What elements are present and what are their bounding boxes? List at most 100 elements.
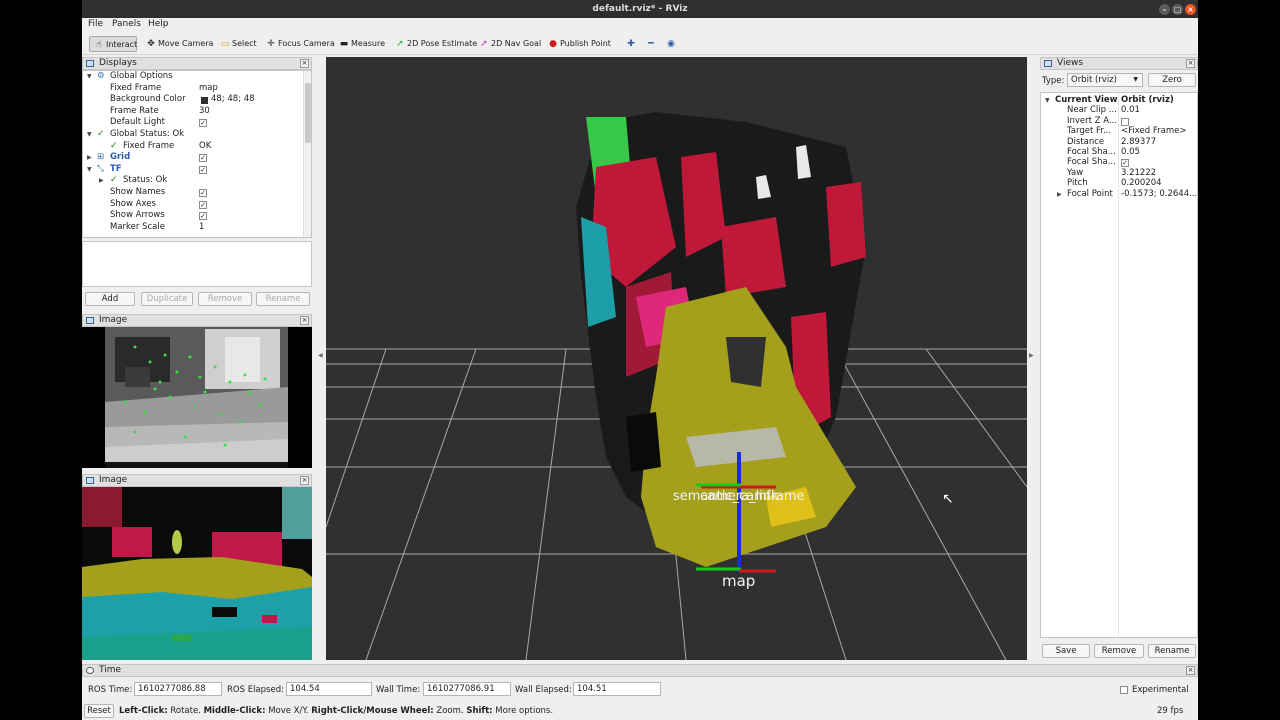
tree-row-show-names[interactable]: Show Names ✓ xyxy=(83,187,311,199)
collapsed-arrow-icon[interactable]: ▶ xyxy=(1057,189,1062,201)
show-names-checkbox[interactable]: ✓ xyxy=(199,189,207,197)
3d-render-viewport[interactable]: semantic_cam camera_link frame map ↖ xyxy=(326,57,1027,660)
ros-time-field[interactable]: 1610277086.88 xyxy=(134,682,222,696)
tree-row-global-status[interactable]: ▼ ✓ Global Status: Ok xyxy=(83,129,311,141)
close-views-panel-icon[interactable]: × xyxy=(1186,59,1195,68)
tree-row-marker-scale[interactable]: Marker Scale 1 xyxy=(83,222,311,234)
gear-icon: ⚙ xyxy=(97,71,105,81)
collapsed-arrow-icon[interactable]: ▶ xyxy=(99,175,104,187)
minimize-icon[interactable]: – xyxy=(1159,4,1170,15)
views-panel-icon xyxy=(1044,60,1052,67)
add-tool-icon[interactable]: ✚ xyxy=(622,36,638,52)
view-type-select[interactable]: Orbit (rviz) ▼ xyxy=(1067,73,1143,87)
tool-measure-button[interactable]: ▬ Measure xyxy=(335,36,385,52)
tree-row-tf[interactable]: ▼ ⤡ TF ✓ xyxy=(83,164,311,176)
menu-help[interactable]: Help xyxy=(148,19,169,29)
remove-display-button[interactable]: Remove xyxy=(198,292,252,306)
collapse-left-dock-icon[interactable]: ◀ xyxy=(318,352,323,359)
maximize-icon[interactable]: □ xyxy=(1172,4,1183,15)
chevron-down-icon: ▼ xyxy=(1133,76,1138,83)
tree-row-show-arrows[interactable]: Show Arrows ✓ xyxy=(83,210,311,222)
move-camera-icon: ✥ xyxy=(147,39,155,49)
tree-row-global-options[interactable]: ▼ ⚙ Global Options xyxy=(83,71,311,83)
tree-row-fixed-frame[interactable]: Fixed Frame map xyxy=(83,83,311,95)
close-displays-panel-icon[interactable]: × xyxy=(300,59,309,68)
zero-view-button[interactable]: Zero xyxy=(1148,73,1196,87)
check-icon: ✓ xyxy=(97,129,105,139)
semantic-segmentation-image-svg xyxy=(82,487,312,660)
remove-tool-icon[interactable]: ━ xyxy=(642,36,658,52)
grayscale-camera-image-svg xyxy=(105,327,288,468)
scrollbar-thumb[interactable] xyxy=(305,83,311,143)
close-image-panel-icon[interactable]: × xyxy=(300,476,309,485)
fps-readout: 29 fps xyxy=(1157,706,1184,716)
rename-view-button[interactable]: Rename xyxy=(1148,644,1196,658)
display-description-area xyxy=(82,241,312,287)
select-box-icon: ▭ xyxy=(220,39,230,49)
focus-camera-icon: ✛ xyxy=(267,39,275,49)
window-titlebar: default.rviz* - RViz – □ × xyxy=(82,0,1198,18)
wall-time-field[interactable]: 1610277086.91 xyxy=(423,682,511,696)
tree-row-grid[interactable]: ▶ ⊞ Grid ✓ xyxy=(83,152,311,164)
pose-estimate-arrow-icon: ➚ xyxy=(396,39,404,49)
left-black-bezel xyxy=(0,0,82,720)
show-axes-checkbox[interactable]: ✓ xyxy=(199,200,207,209)
default-light-checkbox[interactable]: ✓ xyxy=(199,119,207,128)
close-image-panel-icon[interactable]: × xyxy=(300,316,309,325)
status-bar: Reset Left-Click: Rotate. Middle-Click: … xyxy=(82,702,1198,720)
tf-enabled-checkbox[interactable]: ✓ xyxy=(199,165,207,174)
focal-shape-checkbox[interactable]: ✓ xyxy=(1121,159,1129,168)
expand-arrow-icon[interactable]: ▼ xyxy=(87,129,92,141)
save-view-button[interactable]: Save xyxy=(1042,644,1090,658)
tree-row-tf-status[interactable]: ▶ ✓ Status: Ok xyxy=(83,175,311,187)
tree-row-background-color[interactable]: Background Color 48; 48; 48 xyxy=(83,94,311,106)
displays-scrollbar[interactable] xyxy=(303,71,311,237)
image-panel-icon xyxy=(86,477,94,484)
tool-properties-icon[interactable]: ◉ xyxy=(662,36,678,52)
tool-select-button[interactable]: ▭ Select xyxy=(216,36,257,52)
grid-icon: ⊞ xyxy=(97,152,105,163)
tool-publish-point-button[interactable]: ● Publish Point xyxy=(544,36,611,52)
map-pin-icon: ● xyxy=(549,39,557,49)
tool-2d-nav-goal-button[interactable]: ➚ 2D Nav Goal xyxy=(475,36,541,52)
expand-arrow-icon[interactable]: ▼ xyxy=(87,164,92,176)
show-arrows-checkbox[interactable]: ✓ xyxy=(199,212,207,221)
tool-2d-pose-estimate-button[interactable]: ➚ 2D Pose Estimate xyxy=(391,36,477,52)
image-panel-icon xyxy=(86,317,94,324)
rename-display-button[interactable]: Rename xyxy=(256,292,310,306)
displays-panel-icon xyxy=(86,60,94,67)
tree-row-fixed-frame-status[interactable]: ✓ Fixed Frame OK xyxy=(83,141,311,153)
ros-elapsed-field[interactable]: 104.54 xyxy=(286,682,372,696)
duplicate-display-button[interactable]: Duplicate xyxy=(141,292,193,306)
color-swatch[interactable] xyxy=(201,97,208,105)
experimental-checkbox[interactable] xyxy=(1120,686,1128,694)
tree-row-default-light[interactable]: Default Light ✓ xyxy=(83,117,311,129)
views-row-focal-point[interactable]: ▶ Focal Point -0.1573; 0.2644... xyxy=(1041,189,1197,201)
menu-file[interactable]: File xyxy=(88,19,103,29)
menu-panels[interactable]: Panels xyxy=(112,19,141,29)
wall-elapsed-label: Wall Elapsed: xyxy=(515,685,572,695)
ros-time-label: ROS Time: xyxy=(88,685,133,695)
tf-axes-icon: ⤡ xyxy=(97,163,104,174)
collapse-right-dock-icon[interactable]: ▶ xyxy=(1029,352,1034,359)
tool-move-camera-button[interactable]: ✥ Move Camera xyxy=(142,36,213,52)
tf-label-frame: frame xyxy=(766,489,805,504)
displays-panel-header: Displays × xyxy=(82,57,312,70)
close-time-panel-icon[interactable]: × xyxy=(1186,666,1195,675)
collapsed-arrow-icon[interactable]: ▶ xyxy=(87,152,92,164)
tree-row-frame-rate[interactable]: Frame Rate 30 xyxy=(83,106,311,118)
remove-view-button[interactable]: Remove xyxy=(1094,644,1144,658)
tool-interact-button[interactable]: ☝ Interact xyxy=(89,36,137,52)
tool-focus-camera-button[interactable]: ✛ Focus Camera xyxy=(262,36,335,52)
reset-button[interactable]: Reset xyxy=(84,704,114,718)
expand-arrow-icon[interactable]: ▼ xyxy=(87,71,92,83)
3d-scene-svg[interactable] xyxy=(326,57,1027,660)
close-window-icon[interactable]: × xyxy=(1185,4,1196,15)
grid-enabled-checkbox[interactable]: ✓ xyxy=(199,154,207,163)
tree-row-show-axes[interactable]: Show Axes ✓ xyxy=(83,199,311,211)
image-panel-header-2: Image × xyxy=(82,474,312,487)
invert-z-checkbox[interactable] xyxy=(1121,117,1129,126)
add-display-button[interactable]: Add xyxy=(85,292,135,306)
check-icon: ✓ xyxy=(110,140,118,151)
wall-elapsed-field[interactable]: 104.51 xyxy=(573,682,661,696)
